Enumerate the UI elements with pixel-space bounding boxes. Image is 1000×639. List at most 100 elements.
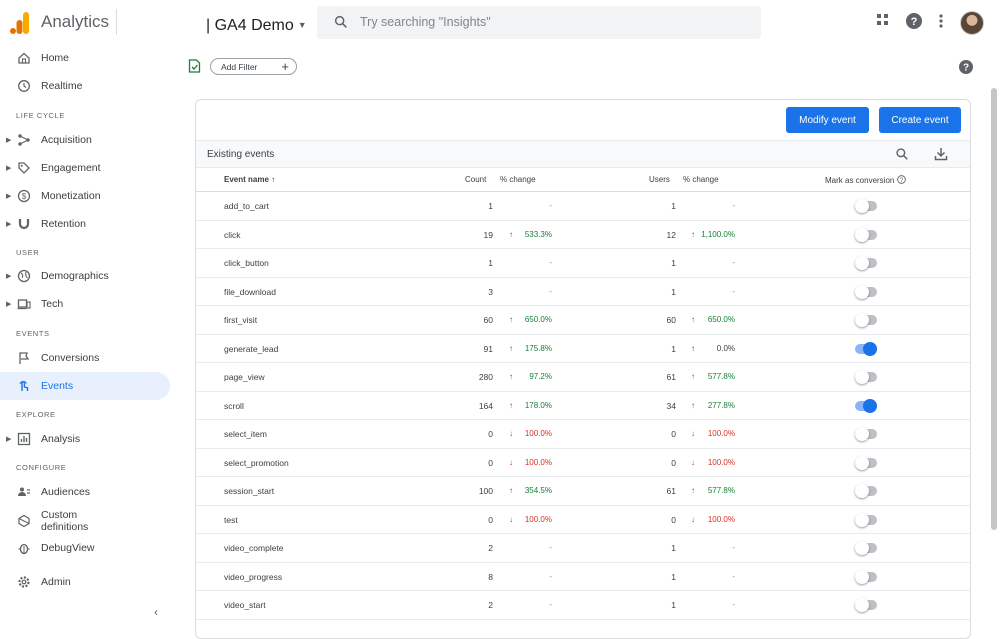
toggle-knob <box>855 199 869 213</box>
sidebar-item-acquisition[interactable]: ▶ Acquisition <box>0 126 170 154</box>
header-divider <box>116 9 117 35</box>
event-name-cell[interactable]: click <box>224 230 241 240</box>
sidebar-item-engagement[interactable]: ▶ Engagement <box>0 154 170 182</box>
sidebar-item-analysis[interactable]: ▶ Analysis <box>0 425 170 453</box>
conversion-toggle[interactable] <box>855 341 877 356</box>
page-help-icon[interactable]: ? <box>958 59 974 75</box>
conversion-toggle[interactable] <box>855 512 877 527</box>
users-change-cell: 100.0% <box>707 429 735 438</box>
sidebar-item-tech[interactable]: ▶ Tech <box>0 290 170 318</box>
event-name-cell[interactable]: session_start <box>224 486 274 496</box>
table-row[interactable]: click_button 1 - 1 - <box>196 249 970 278</box>
sidebar-item-label: Tech <box>41 298 64 310</box>
tag-icon <box>18 162 30 174</box>
sidebar-item-admin[interactable]: Admin <box>0 568 170 596</box>
add-filter-button[interactable]: Add Filter + <box>210 58 297 75</box>
column-header-users-change[interactable]: % change <box>683 175 719 184</box>
table-row[interactable]: video_complete 2 - 1 - <box>196 534 970 563</box>
event-name-cell[interactable]: add_to_cart <box>224 201 269 211</box>
conversion-toggle[interactable] <box>855 569 877 584</box>
table-row[interactable]: select_item 0 ↓ 100.0% 0 ↓ 100.0% <box>196 420 970 449</box>
sidebar-item-label: Demographics <box>41 270 109 282</box>
event-name-cell[interactable]: generate_lead <box>224 344 278 354</box>
modify-event-button[interactable]: Modify event <box>786 107 869 133</box>
conversion-toggle[interactable] <box>855 484 877 498</box>
dollar-icon: $ <box>17 189 31 203</box>
info-icon[interactable]: ? <box>896 175 906 184</box>
event-name-cell[interactable]: video_progress <box>224 572 282 582</box>
event-name-cell[interactable]: page_view <box>224 372 265 382</box>
avatar[interactable] <box>960 11 984 35</box>
conversion-toggle[interactable] <box>855 398 877 413</box>
sidebar-item-retention[interactable]: ▶ Retention <box>0 210 170 238</box>
search-icon[interactable] <box>895 147 909 161</box>
column-header-mark-conversion[interactable]: Mark as conversion ? <box>825 175 906 185</box>
sidebar-item-monetization[interactable]: ▶ $ Monetization <box>0 182 170 210</box>
count-cell: 164 <box>478 400 493 411</box>
search-bar[interactable]: Try searching "Insights" <box>317 6 761 39</box>
page-scrollbar[interactable] <box>991 88 997 530</box>
table-row[interactable]: video_progress 8 - 1 - <box>196 563 970 591</box>
help-icon[interactable]: ? <box>906 13 922 29</box>
event-name-cell[interactable]: video_complete <box>224 543 284 553</box>
conversion-toggle[interactable] <box>855 598 877 612</box>
column-header-users[interactable]: Users <box>649 175 670 184</box>
analytics-logo-icon[interactable] <box>10 12 30 34</box>
sidebar-item-debugview[interactable]: DebugView <box>0 534 170 562</box>
toggle-knob <box>855 598 869 612</box>
event-name-cell[interactable]: click_button <box>224 258 269 268</box>
sidebar-item-events[interactable]: Events <box>0 372 170 400</box>
conversion-toggle[interactable] <box>855 284 877 299</box>
table-row[interactable]: file_download 3 - 1 - <box>196 278 970 306</box>
property-selector[interactable]: | GA4 Demo ▼ <box>206 17 307 35</box>
report-check-icon[interactable] <box>188 59 201 73</box>
table-row[interactable]: test 0 ↓ 100.0% 0 ↓ 100.0% <box>196 506 970 534</box>
sidebar-item-conversions[interactable]: Conversions <box>0 344 170 372</box>
conversion-toggle[interactable] <box>855 370 877 384</box>
table-row[interactable]: click 19 ↑ 533.3% 12 ↑ 1,100.0% <box>196 221 970 249</box>
event-name-cell[interactable]: test <box>224 515 238 525</box>
event-name-cell[interactable]: video_start <box>224 600 266 610</box>
svg-text:$: $ <box>22 192 27 201</box>
table-row[interactable]: video_start 2 - 1 - <box>196 591 970 620</box>
event-name-cell[interactable]: select_promotion <box>224 458 289 468</box>
sidebar-item-custom-definitions[interactable]: Custom definitions <box>0 506 170 536</box>
users-cell: 61 <box>666 486 676 496</box>
sidebar-item-realtime[interactable]: Realtime <box>0 72 170 100</box>
table-row[interactable]: select_promotion 0 ↓ 100.0% 0 ↓ 100.0% <box>196 449 970 477</box>
event-name-cell[interactable]: first_visit <box>224 315 257 325</box>
conversion-toggle[interactable] <box>855 199 877 213</box>
download-icon[interactable] <box>934 147 948 161</box>
table-row[interactable]: first_visit 60 ↑ 650.0% 60 ↑ 650.0% <box>196 306 970 335</box>
apps-grid-icon[interactable] <box>876 13 890 27</box>
count-change-cell: 650.0% <box>524 315 552 324</box>
more-vert-icon[interactable] <box>938 13 944 29</box>
table-row[interactable]: session_start 100 ↑ 354.5% 61 ↑ 577.8% <box>196 477 970 506</box>
conversion-toggle[interactable] <box>855 541 877 555</box>
event-name-cell[interactable]: file_download <box>224 287 276 297</box>
expand-arrow-icon: ▶ <box>6 193 12 200</box>
sidebar-item-label: Acquisition <box>41 134 92 146</box>
count-cell: 1 <box>488 258 493 268</box>
table-row[interactable]: scroll 164 ↑ 178.0% 34 ↑ 277.8% <box>196 392 970 420</box>
table-row[interactable]: add_to_cart 1 - 1 - <box>196 192 970 221</box>
sidebar-item-home[interactable]: Home <box>0 44 170 72</box>
sidebar-item-audiences[interactable]: Audiences <box>0 478 170 506</box>
column-header-count-change[interactable]: % change <box>500 175 536 184</box>
conversion-toggle[interactable] <box>855 427 877 441</box>
event-name-cell[interactable]: scroll <box>224 401 244 411</box>
conversion-toggle[interactable] <box>855 227 877 242</box>
sidebar-item-demographics[interactable]: ▶ Demographics <box>0 262 170 290</box>
collapse-sidebar-icon[interactable]: ‹ <box>154 605 158 619</box>
column-header-count[interactable]: Count <box>465 175 486 184</box>
create-event-button[interactable]: Create event <box>879 107 961 133</box>
conversion-toggle[interactable] <box>855 455 877 470</box>
column-header-event-name[interactable]: Event name ↑ <box>224 175 275 184</box>
users-change-cell: - <box>732 571 735 581</box>
conversion-toggle[interactable] <box>855 256 877 270</box>
table-row[interactable]: page_view 280 ↑ 97.2% 61 ↑ 577.8% <box>196 363 970 392</box>
table-row[interactable]: generate_lead 91 ↑ 175.8% 1 ↑ 0.0% <box>196 335 970 363</box>
event-name-cell[interactable]: select_item <box>224 429 267 439</box>
conversion-toggle[interactable] <box>855 313 877 327</box>
count-cell: 2 <box>488 600 493 610</box>
